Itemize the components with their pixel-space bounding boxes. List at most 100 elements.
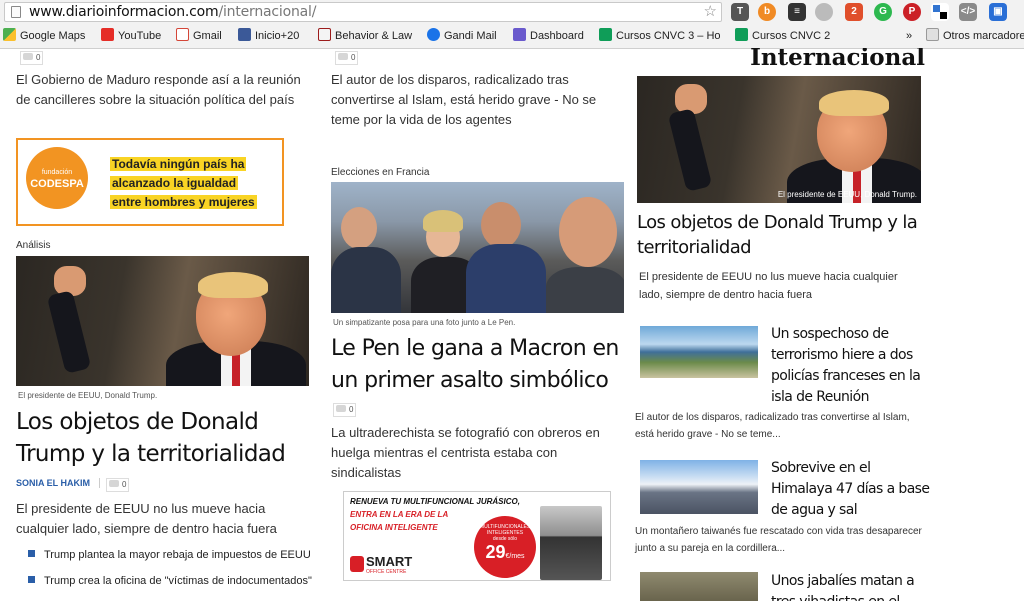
- article-headline[interactable]: Unos jabalíes matan a tres yihadistas en…: [771, 571, 931, 601]
- browser-chrome: www.diarioinformacion.com/internacional/…: [0, 0, 1024, 49]
- maps-icon: [3, 28, 16, 41]
- bookmark-label: Cursos CNVC 2: [752, 30, 831, 42]
- bookmark-label: Google Maps: [20, 30, 86, 42]
- related-links: Trump plantea la mayor rebaja de impuest…: [28, 542, 312, 594]
- bookmark-youtube[interactable]: YouTube: [101, 28, 161, 44]
- person-body: [466, 244, 546, 313]
- ad-line: OFICINA INTELIGENTE: [350, 523, 438, 532]
- gandi-icon: [427, 28, 440, 41]
- bookmark-label: Gmail: [193, 30, 222, 42]
- behavior-law-icon: [318, 28, 331, 41]
- himalaya-photo[interactable]: [640, 460, 758, 514]
- codespa-ad[interactable]: fundación CODESPA Todavía ningún país ha…: [16, 138, 284, 226]
- related-link[interactable]: Trump crea la oficina de "víctimas de in…: [28, 568, 312, 594]
- tag-extension-icon[interactable]: T: [731, 3, 749, 21]
- person-body: [546, 267, 624, 313]
- codespa-logo-brand: CODESPA: [30, 178, 84, 190]
- article-headline[interactable]: Le Pen le gana a Macron en un primer asa…: [331, 333, 631, 397]
- url-text: www.diarioinformacion.com/internacional/: [29, 4, 316, 21]
- codespa-ad-text: Todavía ningún país ha alcanzado la igua…: [110, 155, 257, 212]
- bookmark-behavior-law[interactable]: Behavior & Law: [318, 28, 412, 44]
- article-headline[interactable]: Sobrevive en el Himalaya 47 días a base …: [771, 458, 931, 521]
- fist: [675, 84, 707, 114]
- arm: [667, 108, 713, 192]
- section-kicker[interactable]: Análisis: [16, 240, 50, 251]
- comment-count[interactable]: 0: [333, 403, 357, 417]
- codespa-logo: fundación CODESPA: [26, 147, 88, 209]
- ad-line: alcanzado la igualdad: [110, 176, 239, 190]
- story-summary: La ultraderechista se fotografió con obr…: [331, 425, 600, 480]
- b-extension-icon[interactable]: b: [758, 3, 776, 21]
- delicious-icon[interactable]: [931, 3, 949, 21]
- related-link[interactable]: Trump plantea la mayor rebaja de impuest…: [28, 542, 312, 568]
- smart-office-ad[interactable]: RENUEVA TU MULTIFUNCIONAL JURÁSICO, ENTR…: [343, 491, 611, 581]
- comment-count[interactable]: 0: [335, 51, 359, 65]
- folder-icon: [926, 28, 939, 41]
- hair: [819, 90, 889, 116]
- facebook-icon: [238, 28, 251, 41]
- smart-logo-mark: [350, 556, 364, 572]
- story-summary: El presidente de EEUU no lus mueve hacia…: [16, 501, 277, 536]
- address-bar[interactable]: www.diarioinformacion.com/internacional/…: [4, 2, 722, 22]
- layers-extension-icon[interactable]: ≡: [788, 3, 806, 21]
- dashboard-icon: [513, 28, 526, 41]
- article-headline[interactable]: Un sospechoso de terrorismo hiere a dos …: [771, 324, 931, 408]
- reunion-island-photo[interactable]: [640, 326, 758, 378]
- page-icon: [11, 6, 21, 18]
- photo-caption: El presidente de EEUU, Donald Trump.: [777, 190, 917, 199]
- hair: [198, 272, 268, 298]
- boar-photo[interactable]: [640, 572, 758, 601]
- url-host: www.diarioinformacion.com: [29, 4, 219, 20]
- comment-icon: [336, 405, 346, 412]
- comment-count[interactable]: 0: [20, 51, 44, 65]
- bookmark-inicio20[interactable]: Inicio+20: [238, 28, 299, 44]
- bookmark-label: Inicio+20: [255, 30, 300, 42]
- story-summary[interactable]: El Gobierno de Maduro responde así a la …: [16, 70, 306, 110]
- bullet-icon: [28, 576, 35, 583]
- bookmarks-overflow-button[interactable]: »: [906, 28, 912, 44]
- bookmark-label: Gandi Mail: [444, 30, 497, 42]
- bookmark-gandi-mail[interactable]: Gandi Mail: [427, 28, 497, 44]
- comment-icon: [338, 53, 348, 60]
- smart-logo: SMART OFFICE CENTRE: [350, 554, 422, 576]
- other-bookmarks-folder[interactable]: Otros marcadores: [926, 28, 1024, 44]
- badge-top: MULTIFUNCIONALES INTELIGENTES: [480, 524, 531, 536]
- tie: [232, 351, 240, 386]
- window-extension-icon[interactable]: ▣: [989, 3, 1007, 21]
- section-kicker[interactable]: Elecciones en Francia: [331, 167, 429, 178]
- person-face: [559, 197, 617, 267]
- article-headline[interactable]: Los objetos de Donald Trump y la territo…: [637, 210, 927, 260]
- bookmark-cursos-cnvc-2[interactable]: Cursos CNVC 2: [735, 28, 830, 44]
- person-hair: [423, 210, 463, 232]
- bookmark-google-maps[interactable]: Google Maps: [3, 28, 85, 44]
- circle-extension-icon[interactable]: [815, 3, 833, 21]
- bookmark-star-icon[interactable]: ☆: [704, 3, 717, 21]
- story-summary[interactable]: El autor de los disparos, radicalizado t…: [331, 70, 626, 130]
- url-path: /internacional/: [218, 4, 317, 20]
- bookmark-label: Behavior & Law: [335, 30, 413, 42]
- grammarly-icon[interactable]: G: [874, 3, 892, 21]
- trump-photo[interactable]: [16, 256, 309, 386]
- bookmark-label: Cursos CNVC 3 – Ho: [616, 30, 721, 42]
- article-headline[interactable]: Los objetos de Donald Trump y la territo…: [16, 406, 316, 470]
- price-badge: MULTIFUNCIONALES INTELIGENTES desde sólo…: [474, 516, 536, 578]
- code-extension-icon[interactable]: </>: [959, 3, 977, 21]
- bookmark-gmail[interactable]: Gmail: [176, 28, 222, 44]
- badge-price: 29: [485, 542, 506, 562]
- person-body: [331, 247, 401, 313]
- arm: [46, 290, 92, 374]
- gmail-icon: [176, 28, 189, 41]
- fist: [54, 266, 86, 296]
- bookmark-dashboard[interactable]: Dashboard: [513, 28, 584, 44]
- notification-extension-icon[interactable]: 2: [845, 3, 863, 21]
- bookmark-cursos-cnvc-3[interactable]: Cursos CNVC 3 – Ho: [599, 28, 721, 44]
- le-pen-photo[interactable]: [331, 182, 624, 313]
- comment-icon: [109, 480, 119, 487]
- smart-brand-sub: OFFICE CENTRE: [366, 569, 407, 575]
- comment-count[interactable]: 0: [106, 478, 130, 492]
- ad-line: Todavía ningún país ha: [110, 157, 247, 171]
- pinterest-icon[interactable]: P: [903, 3, 921, 21]
- author-byline[interactable]: SONIA EL HAKIM: [16, 478, 90, 488]
- trump-photo[interactable]: El presidente de EEUU, Donald Trump.: [637, 76, 921, 203]
- section-title: Internacional: [750, 48, 925, 71]
